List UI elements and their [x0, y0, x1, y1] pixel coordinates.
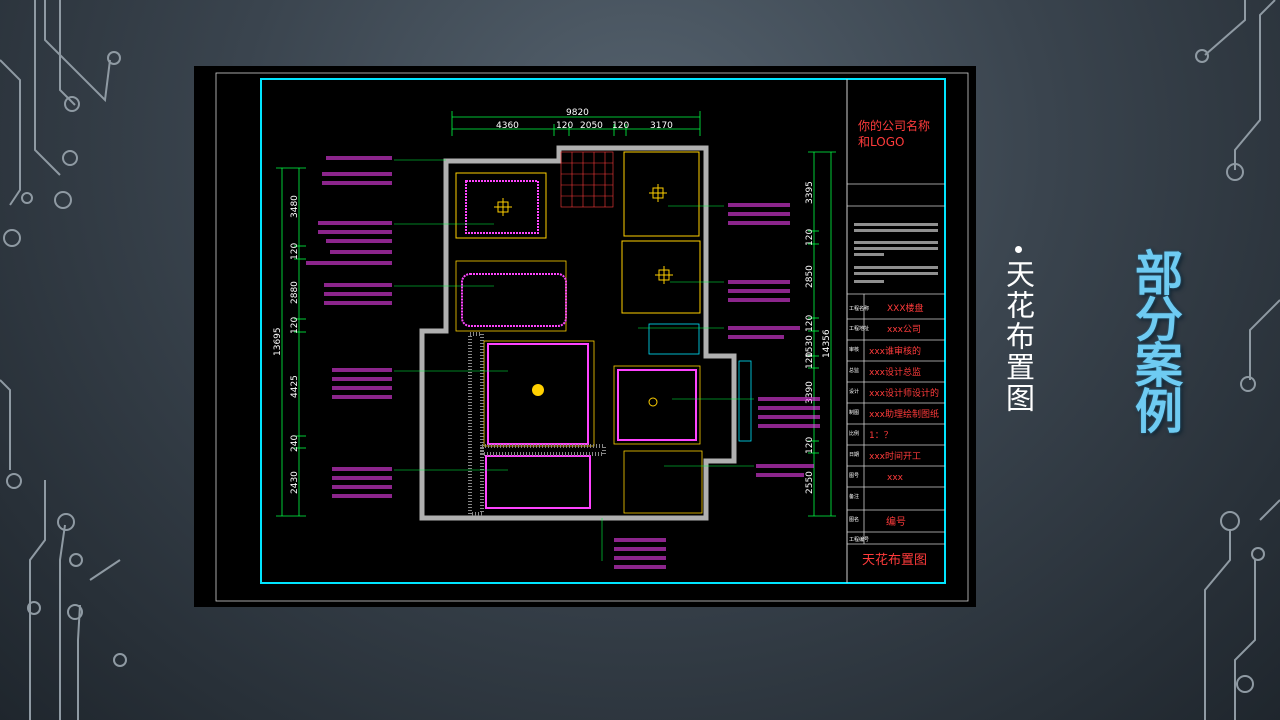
row-value: xxx设计师设计的 — [869, 387, 939, 399]
row-label: 图号 — [849, 473, 859, 479]
dim-top-part: 120 — [556, 121, 573, 131]
dim-left-part: 2880 — [290, 281, 300, 304]
slide-title: 部分案例 — [1126, 248, 1182, 432]
dim-right-part: 3395 — [805, 181, 815, 204]
dim-right-part: 120 — [805, 229, 815, 246]
row-value: 编号 — [886, 515, 906, 528]
floor-plan — [394, 145, 754, 561]
dim-top-part: 2050 — [580, 121, 603, 131]
dim-right-part: 120 — [805, 437, 815, 454]
company-name: 你的公司名称 — [858, 118, 930, 133]
row-value: xxx谁审核的 — [869, 345, 921, 357]
row-label: 比例 — [849, 430, 859, 437]
drawing-name: 天花布置图 — [862, 552, 927, 568]
row-value: 1：？ — [869, 431, 893, 441]
bullet-dot — [1014, 246, 1022, 253]
drawing-name-label: 工程编号 — [849, 536, 869, 543]
bullet-text: 天花布置图 — [1001, 259, 1036, 414]
dim-left-total: 13695 — [273, 327, 283, 356]
row-label: 工程名称 — [849, 305, 869, 312]
dim-top-part: 3170 — [650, 121, 673, 131]
dim-left-part: 4425 — [290, 375, 300, 398]
dim-left-part: 240 — [290, 435, 300, 452]
row-label: 图名 — [849, 516, 859, 523]
row-label: 设计 — [849, 388, 859, 395]
circuit-decoration-left — [0, 0, 127, 720]
circuit-decoration-right — [1195, 0, 1280, 720]
row-label: 审核 — [849, 346, 859, 353]
inner-frame — [260, 78, 946, 584]
title-block-rows: 工程名称 XXX楼盘 工程地址 xxx公司 审核 xxx谁审核的 总监 xxx设… — [849, 302, 939, 568]
row-value: XXX楼盘 — [887, 302, 924, 314]
dim-top-total: 9820 — [566, 108, 589, 118]
row-label: 备注 — [849, 493, 859, 500]
title-block-notes — [854, 223, 938, 283]
title-block — [847, 183, 945, 545]
company-logo: 和LOGO — [858, 135, 904, 149]
dim-top-part: 120 — [612, 121, 629, 131]
row-label: 日期 — [849, 452, 859, 458]
dim-right-part: 120 — [805, 315, 815, 332]
row-label: 工程地址 — [849, 325, 869, 332]
row-label: 制图 — [849, 409, 859, 416]
row-label: 总监 — [849, 367, 859, 374]
dim-right-total: 14356 — [822, 329, 832, 358]
cad-ceiling-plan-drawing: 9820 4360 120 2050 120 3170 13695 3480 1… — [194, 66, 976, 607]
dim-right-part: 2850 — [805, 265, 815, 288]
row-value: xxx公司 — [887, 324, 921, 335]
dim-right-part: 120 — [805, 352, 815, 369]
row-value: xxx设计总监 — [869, 366, 921, 378]
dim-right-part: 2550 — [805, 471, 815, 494]
bullet-item: 天花布置图 — [998, 246, 1038, 414]
row-value: xxx — [887, 473, 904, 483]
row-value: xxx助理绘制图纸 — [869, 408, 939, 420]
row-value: xxx时间开工 — [869, 450, 921, 462]
dim-left-part: 120 — [290, 243, 300, 260]
dim-left-part: 3480 — [290, 195, 300, 218]
dim-left-part: 120 — [290, 317, 300, 334]
dim-left-part: 2430 — [290, 471, 300, 494]
dim-top-part: 4360 — [496, 121, 519, 131]
